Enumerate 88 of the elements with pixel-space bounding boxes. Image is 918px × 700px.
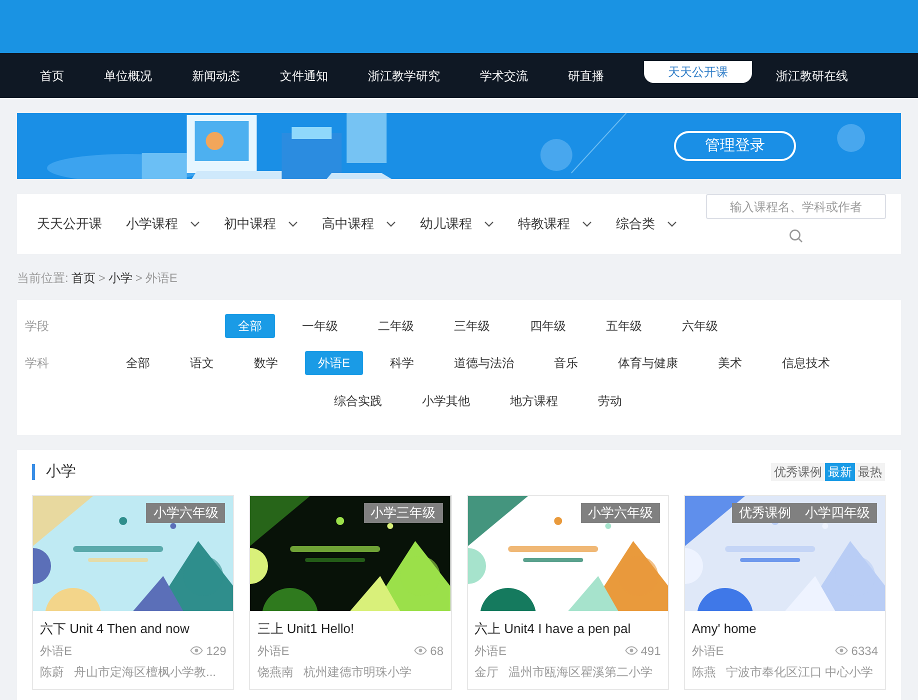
course-nav-link[interactable]: 综合类 <box>616 214 677 234</box>
eye-icon <box>414 646 428 655</box>
course-nav-link[interactable]: 特教课程 <box>518 214 592 234</box>
nav-link[interactable]: 浙江教学研究 <box>368 66 440 84</box>
view-count: 491 <box>640 642 661 660</box>
filter-option[interactable]: 道德与法治 <box>441 351 527 375</box>
eye-icon <box>624 646 638 655</box>
filter-option[interactable]: 六年级 <box>669 314 731 338</box>
filter-label: 学段 <box>25 318 50 335</box>
filter-option[interactable]: 二年级 <box>365 314 427 338</box>
eye-icon <box>190 646 204 655</box>
filter-option[interactable]: 小学其他 <box>409 389 483 413</box>
grade-label: 小学六年级 <box>580 503 660 523</box>
search-icon[interactable] <box>789 229 803 243</box>
school-name: 温州市瓯海区瞿溪第二小学 <box>508 664 652 680</box>
chevron-down-icon <box>484 221 494 227</box>
search-field[interactable]: 输入课程名、学科或作者 <box>706 194 886 219</box>
school-name: 杭州建德市明珠小学 <box>303 664 412 680</box>
filter-option[interactable]: 四年级 <box>517 314 579 338</box>
chevron-down-icon <box>190 221 200 227</box>
school-name: 舟山市定海区檀枫小学教... <box>74 664 216 680</box>
breadcrumb-separator: > <box>135 270 142 287</box>
course-title: 六上 Unit4 I have a pen pal <box>474 620 632 638</box>
filter-label: 学科 <box>25 355 50 372</box>
nav-link[interactable]: 学术交流 <box>480 66 528 84</box>
author-name: 陈蔚 <box>40 664 64 680</box>
view-count: 68 <box>430 642 444 660</box>
breadcrumb-link[interactable]: 首页 <box>71 269 96 287</box>
filter-option[interactable]: 语文 <box>176 351 227 375</box>
course-card[interactable]: 小学六年级 六上 Unit4 I have a pen pal 外语E 491 金厅 温州市瓯海区瞿溪第二小学 <box>466 495 669 690</box>
author-name: 饶燕南 <box>257 664 294 680</box>
grade-label: 小学四年级 <box>798 503 877 523</box>
course-nav-link[interactable]: 天天公开课 <box>37 214 102 234</box>
course-title: 三上 Unit1 Hello! <box>257 620 356 638</box>
nav-link[interactable]: 文件通知 <box>280 66 328 84</box>
filter-option[interactable]: 全部 <box>112 351 163 375</box>
filter-option[interactable]: 数学 <box>240 351 291 375</box>
eye-icon <box>835 646 848 655</box>
course-title: Amy' home <box>692 620 758 638</box>
breadcrumb-separator: > <box>98 270 106 287</box>
breadcrumb-label: 当前位置: <box>17 270 68 287</box>
view-count: 6334 <box>851 642 878 660</box>
school-name: 宁波市奉化区江口 中心小学 <box>726 664 874 680</box>
nav-link[interactable]: 浙江教研在线 <box>776 66 848 84</box>
filter-option[interactable]: 一年级 <box>289 314 351 338</box>
subject-label: 外语E <box>257 642 290 660</box>
subject-label: 外语E <box>474 642 507 660</box>
nav-link[interactable]: 单位概况 <box>104 66 152 84</box>
subject-label: 外语E <box>40 642 72 660</box>
subject-label: 外语E <box>692 642 724 660</box>
course-nav-link[interactable]: 高中课程 <box>322 214 396 234</box>
breadcrumb-link[interactable]: 小学 <box>108 269 132 287</box>
view-count: 129 <box>206 642 226 660</box>
course-card[interactable]: 小学三年级 三上 Unit1 Hello! 外语E 68 饶燕南 杭州建德市明珠小学 <box>249 495 452 690</box>
course-card[interactable]: 优秀课例 小学四年级 Amy' home 外语E 6334 陈燕 宁波市奉化区江口 中心小学 <box>684 495 886 690</box>
chevron-down-icon <box>386 221 396 227</box>
course-nav-link[interactable]: 小学课程 <box>126 214 200 234</box>
sort-tab[interactable]: 优秀课例 <box>771 463 825 481</box>
grade-label: 小学三年级 <box>364 503 442 523</box>
grade-label: 优秀课例 <box>732 503 798 523</box>
filter-option[interactable]: 五年级 <box>593 314 655 338</box>
title-accent-bar <box>32 464 35 480</box>
sort-tab[interactable]: 最热 <box>855 463 885 481</box>
author-name: 金厅 <box>474 664 498 680</box>
nav-link[interactable]: 新闻动态 <box>192 66 240 84</box>
filter-option[interactable]: 劳动 <box>585 389 635 413</box>
course-title: 六下 Unit 4 Then and now <box>40 620 190 638</box>
grade-label: 小学六年级 <box>146 503 226 523</box>
nav-link[interactable]: 研直播 <box>568 66 604 84</box>
nav-link[interactable]: 首页 <box>40 66 64 84</box>
filter-option[interactable]: 体育与健康 <box>605 351 691 375</box>
course-nav-link[interactable]: 初中课程 <box>224 214 298 234</box>
filter-option[interactable]: 综合实践 <box>321 389 395 413</box>
course-card[interactable]: 小学六年级 六下 Unit 4 Then and now 外语E 129 陈蔚 舟山市定海区檀枫小学教... <box>32 495 234 690</box>
nav-link[interactable]: 天天公开课 <box>644 60 752 82</box>
chevron-down-icon <box>288 221 298 227</box>
filter-option[interactable]: 音乐 <box>541 351 591 375</box>
chevron-down-icon <box>582 221 592 227</box>
filter-option[interactable]: 美术 <box>705 351 755 375</box>
filter-option[interactable]: 科学 <box>377 351 427 375</box>
section-title: 小学 <box>46 462 76 482</box>
filter-option[interactable]: 三年级 <box>441 314 503 338</box>
chevron-down-icon <box>667 221 677 227</box>
filter-option[interactable]: 信息技术 <box>769 351 843 375</box>
author-name: 陈燕 <box>692 664 716 680</box>
breadcrumb-current: 外语E <box>145 270 178 287</box>
filter-option[interactable]: 地方课程 <box>497 389 571 413</box>
course-nav-link[interactable]: 幼儿课程 <box>420 214 494 234</box>
